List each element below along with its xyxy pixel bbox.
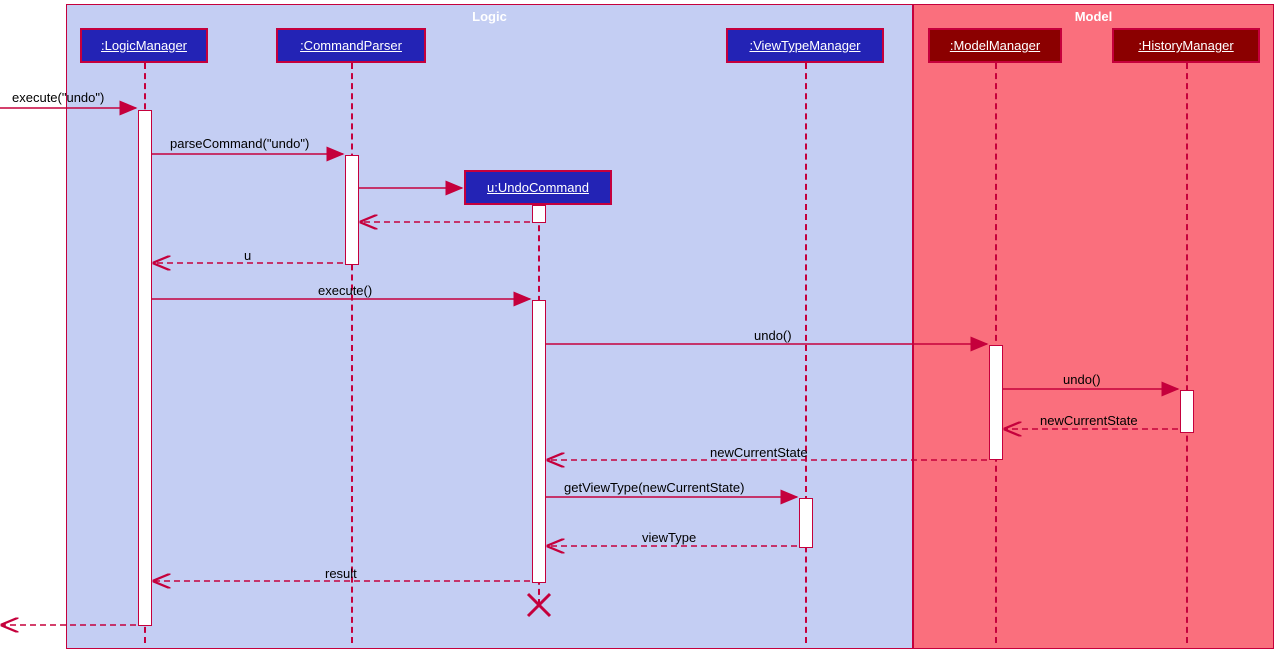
msg-undo2: undo() [1063, 372, 1101, 387]
participant-model-manager: :ModelManager [928, 28, 1062, 63]
msg-new-current-state1: newCurrentState [1040, 413, 1138, 428]
lifeline-view-type-manager [805, 63, 807, 643]
lifeline-history-manager [1186, 63, 1188, 643]
frame-logic: Logic [66, 4, 913, 649]
activation-undo-command-exec [532, 300, 546, 583]
msg-get-view-type: getViewType(newCurrentState) [564, 480, 744, 495]
lifeline-command-parser [351, 63, 353, 643]
activation-history-manager [1180, 390, 1194, 433]
frame-model: Model [913, 4, 1274, 649]
participant-history-manager: :HistoryManager [1112, 28, 1260, 63]
msg-view-type: viewType [642, 530, 696, 545]
msg-u-return: u [244, 248, 251, 263]
activation-model-manager [989, 345, 1003, 460]
msg-undo1: undo() [754, 328, 792, 343]
frame-logic-title: Logic [472, 9, 507, 24]
msg-execute2: execute() [318, 283, 372, 298]
activation-undo-command-create [532, 205, 546, 223]
participant-command-parser: :CommandParser [276, 28, 426, 63]
activation-view-type-manager [799, 498, 813, 548]
participant-logic-manager: :LogicManager [80, 28, 208, 63]
frame-model-title: Model [1075, 9, 1113, 24]
msg-result: result [325, 566, 357, 581]
msg-parse-command: parseCommand("undo") [170, 136, 309, 151]
destroy-icon [526, 592, 552, 618]
participant-undo-command: u:UndoCommand [464, 170, 612, 205]
participant-view-type-manager: :ViewTypeManager [726, 28, 884, 63]
msg-new-current-state2: newCurrentState [710, 445, 808, 460]
activation-logic-manager [138, 110, 152, 626]
msg-execute-undo: execute("undo") [12, 90, 104, 105]
activation-command-parser [345, 155, 359, 265]
